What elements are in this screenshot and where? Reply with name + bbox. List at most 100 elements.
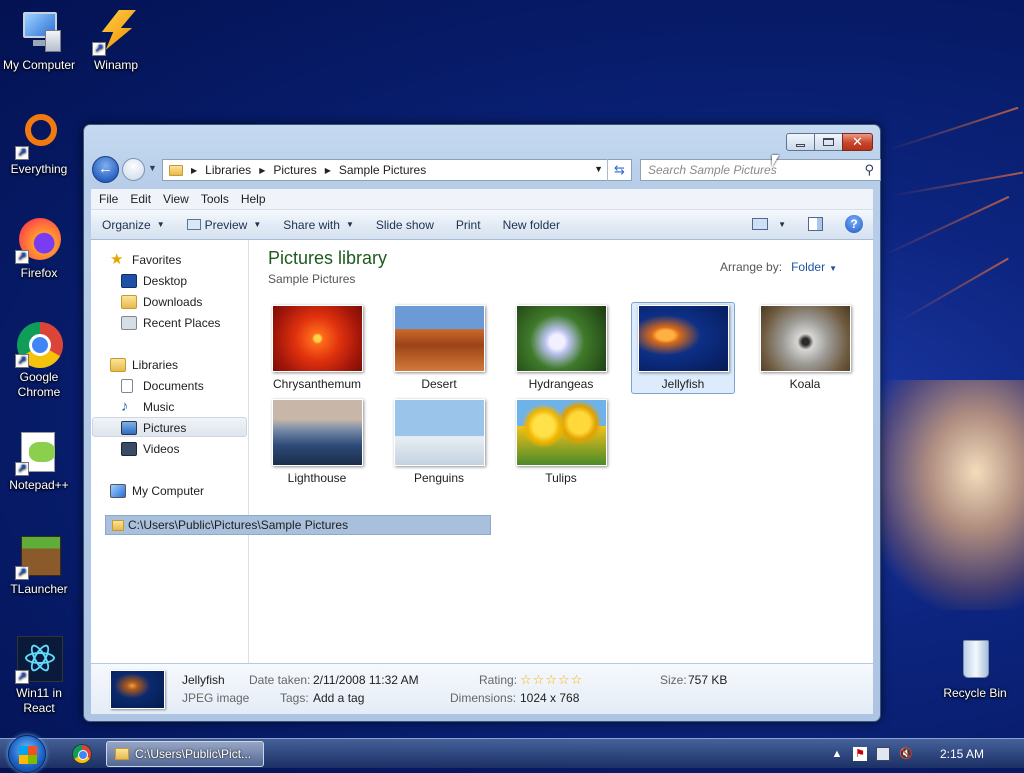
koala-image — [759, 305, 851, 372]
star-icon[interactable]: ☆ — [545, 672, 558, 687]
action-center-icon[interactable]: ⚑ — [852, 747, 867, 761]
rating-stars[interactable]: ☆☆☆☆☆ — [520, 672, 583, 688]
network-icon[interactable] — [875, 747, 890, 761]
minimize-button[interactable] — [786, 133, 815, 151]
nav-my-computer[interactable]: My Computer — [110, 481, 204, 500]
star-icon[interactable]: ☆ — [520, 672, 533, 687]
file-thumbnail-desert[interactable]: Desert — [387, 302, 491, 394]
nav-downloads[interactable]: Downloads — [121, 292, 202, 311]
menu-view[interactable]: View — [157, 192, 195, 206]
star-icon[interactable]: ☆ — [558, 672, 571, 687]
shortcut-arrow-icon: ↗ — [15, 250, 29, 264]
star-icon[interactable]: ☆ — [533, 672, 546, 687]
maximize-button[interactable] — [814, 133, 843, 151]
breadcrumb-sample-pictures[interactable]: ▶ Sample Pictures — [325, 163, 427, 177]
details-date-value[interactable]: 2/11/2008 11:32 AM — [313, 673, 419, 687]
back-button[interactable]: ← — [92, 156, 119, 183]
shortcut-arrow-icon: ↗ — [15, 354, 29, 368]
chevron-down-icon[interactable]: ▼ — [778, 220, 786, 229]
share-with-button[interactable]: Share with ▼ — [274, 218, 363, 232]
file-thumbnail-koala[interactable]: Koala — [753, 302, 857, 394]
preview-button[interactable]: Preview ▼ — [178, 218, 271, 232]
desktop-icon-win11-react[interactable]: ↗ Win11 in React — [1, 636, 77, 716]
desktop-icon-my-computer[interactable]: My Computer — [1, 8, 77, 73]
nav-libraries[interactable]: Libraries — [110, 355, 178, 374]
menu-bar: File Edit View Tools Help — [91, 189, 873, 210]
star-icon[interactable]: ☆ — [571, 672, 584, 687]
help-button[interactable]: ? — [845, 215, 863, 233]
music-note-icon: ♪ — [121, 397, 129, 415]
new-folder-button[interactable]: New folder — [494, 218, 569, 232]
search-placeholder: Search Sample Pictures — [648, 163, 777, 177]
address-dropdown[interactable]: ▼ — [594, 164, 603, 174]
slide-show-button[interactable]: Slide show — [367, 218, 443, 232]
nav-videos[interactable]: Videos — [121, 439, 179, 458]
file-thumbnail-penguins[interactable]: Penguins — [387, 396, 491, 488]
file-thumbnail-lighthouse[interactable]: Lighthouse — [265, 396, 369, 488]
clock[interactable]: 2:15 AM — [940, 747, 984, 761]
breadcrumb-root[interactable]: ▶ — [191, 166, 205, 175]
desktop-icon-label: Google Chrome — [17, 370, 61, 399]
nav-desktop[interactable]: Desktop — [121, 271, 187, 290]
address-bar[interactable]: ▶ Libraries ▶ Pictures ▶ Sample Pictures ▼… — [162, 159, 632, 181]
file-thumbnail-chrysanthemum[interactable]: Chrysanthemum — [265, 302, 369, 394]
show-hidden-icons-button[interactable]: ▲ — [830, 747, 844, 761]
forward-button[interactable] — [122, 158, 145, 181]
desktop-icon-google-chrome[interactable]: ↗ Google Chrome — [1, 320, 77, 400]
desktop-icon-recycle-bin[interactable]: Recycle Bin — [937, 636, 1013, 701]
react-icon: ↗ — [15, 636, 63, 684]
details-tags-value[interactable]: Add a tag — [313, 691, 364, 705]
desktop-icon-everything[interactable]: ↗ Everything — [1, 112, 77, 177]
details-tags-label: Tags: — [280, 691, 309, 705]
organize-label: Organize — [102, 217, 151, 232]
search-input[interactable]: Search Sample Pictures ⚲ — [640, 159, 881, 181]
nav-recent-places[interactable]: Recent Places — [121, 313, 220, 332]
change-view-button[interactable] — [752, 218, 769, 230]
system-tray: ▲ ⚑ 🔇 2:15 AM — [830, 739, 1024, 769]
recent-pages-dropdown[interactable]: ▼ — [148, 163, 157, 173]
menu-file[interactable]: File — [93, 192, 124, 206]
desktop-icon-tlauncher[interactable]: ↗ TLauncher — [1, 532, 77, 597]
desktop-icon-notepadpp[interactable]: ↗ Notepad++ — [1, 428, 77, 493]
close-button[interactable]: ✕ — [842, 133, 873, 151]
organize-button[interactable]: Organize ▼ — [91, 218, 174, 232]
file-name: Desert — [421, 377, 457, 391]
desktop-icon-label: Recycle Bin — [943, 686, 1007, 700]
volume-muted-icon[interactable]: 🔇 — [899, 747, 913, 761]
file-thumbnail-tulips[interactable]: Tulips — [509, 396, 613, 488]
start-button[interactable] — [8, 735, 46, 773]
nav-pictures[interactable]: Pictures — [121, 418, 186, 437]
search-icon: ⚲ — [864, 162, 874, 177]
nav-documents[interactable]: Documents — [121, 376, 204, 395]
navigation-bar: ← ▼ ▶ Libraries ▶ Pictures ▶ Sample Pictur… — [92, 156, 881, 184]
menu-help[interactable]: Help — [235, 192, 272, 206]
explorer-window[interactable]: ✕ ← ▼ ▶ Libraries ▶ Pictures ▶ Sample Pict… — [83, 124, 881, 722]
refresh-button[interactable]: ⇆ — [607, 159, 631, 181]
wallpaper-tendril — [884, 106, 1019, 152]
file-name: Jellyfish — [661, 377, 705, 391]
preview-pane-button[interactable] — [808, 217, 823, 231]
taskbar-chrome-button[interactable] — [73, 745, 91, 763]
arrange-value-dropdown[interactable]: Folder — [791, 260, 825, 274]
mouse-cursor — [772, 155, 779, 167]
desktop-icon-winamp[interactable]: ↗ Winamp — [78, 8, 154, 73]
file-thumbnail-jellyfish[interactable]: Jellyfish — [631, 302, 735, 394]
breadcrumb-pictures[interactable]: ▶ Pictures — [259, 163, 317, 177]
taskbar-explorer-task[interactable]: C:\Users\Public\Pict... — [106, 741, 264, 767]
nav-label: Downloads — [143, 294, 203, 309]
details-size-value: 757 KB — [688, 673, 728, 687]
nav-music[interactable]: ♪ Music — [121, 397, 174, 416]
file-thumbnail-hydrangeas[interactable]: Hydrangeas — [509, 302, 613, 394]
menu-edit[interactable]: Edit — [124, 192, 157, 206]
nav-favorites[interactable]: ★ Favorites — [110, 250, 181, 269]
winamp-icon: ↗ — [92, 8, 140, 56]
desktop-icon-firefox[interactable]: ↗ Firefox — [1, 216, 77, 281]
nav-label: Libraries — [132, 357, 179, 372]
desktop-icon-label: My Computer — [2, 58, 76, 72]
refresh-icon: ⇆ — [614, 162, 625, 177]
arrange-by: Arrange by: Folder ▼ — [720, 260, 837, 274]
pictures-icon — [121, 420, 137, 435]
print-button[interactable]: Print — [447, 218, 490, 232]
breadcrumb-libraries[interactable]: Libraries — [205, 163, 251, 177]
menu-tools[interactable]: Tools — [195, 192, 235, 206]
